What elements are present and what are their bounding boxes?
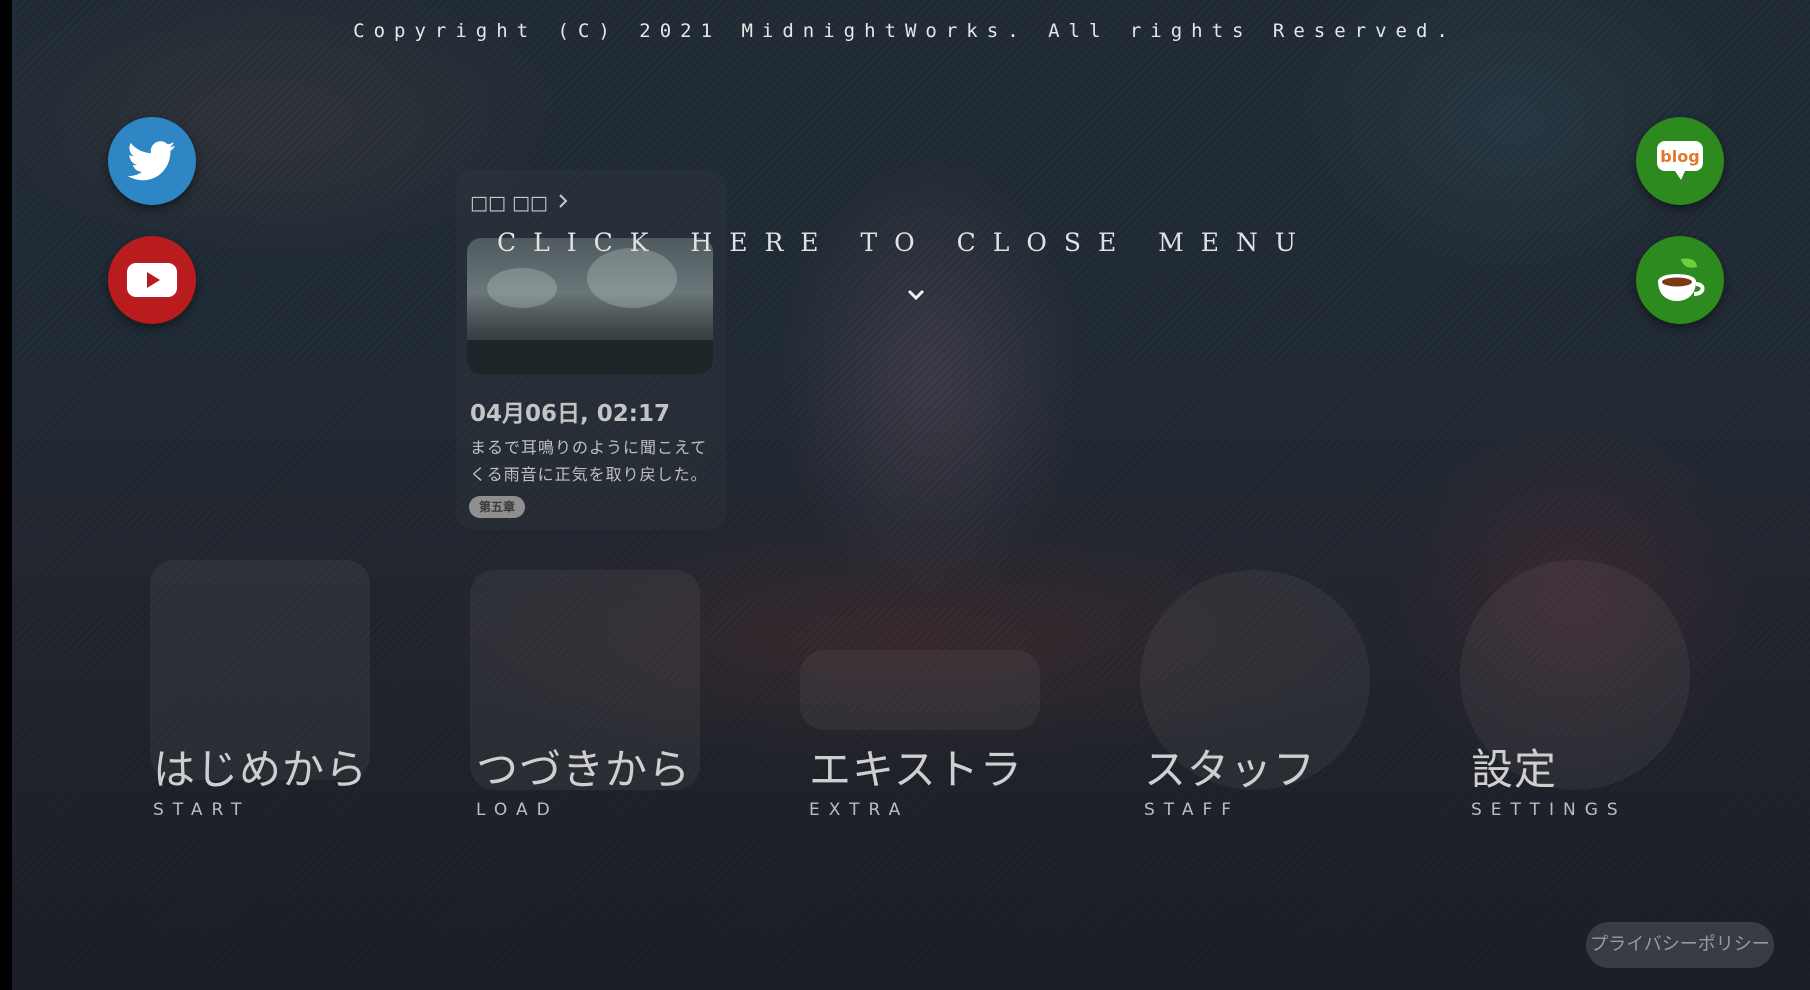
menu-load-label-jp: つづきから <box>476 745 692 794</box>
menu-settings-label-en: SETTINGS <box>1471 800 1627 820</box>
menu-staff-button[interactable]: スタッフ STAFF <box>1144 742 1316 820</box>
menu-settings-button[interactable]: 設定 SETTINGS <box>1471 742 1627 820</box>
chevron-down-icon[interactable] <box>905 284 927 306</box>
news-date: 04月06日, 02:17 <box>470 401 670 427</box>
teacup-icon <box>1658 258 1705 301</box>
chevron-right-icon <box>558 192 568 214</box>
blog-button[interactable]: blog <box>1636 117 1724 205</box>
title-screen: Copyright (C) 2021 MidnightWorks. All ri… <box>0 0 1810 990</box>
menu-start-label-en: START <box>153 800 251 820</box>
privacy-policy-button[interactable]: プライバシーポリシー <box>1586 922 1774 968</box>
menu-staff-label-en: STAFF <box>1144 800 1241 820</box>
youtube-play-icon <box>127 263 177 297</box>
menu-extra-label-jp: エキストラ <box>809 745 1023 794</box>
menu-start-button[interactable]: はじめから START <box>153 742 368 820</box>
menu-start-label-jp: はじめから <box>153 745 369 794</box>
chapter-badge: 第五章 <box>469 496 525 518</box>
menu-load-button[interactable]: つづきから LOAD <box>476 742 691 820</box>
news-header-link[interactable]: □□ □□ <box>470 192 568 214</box>
blog-label: blog <box>1660 147 1699 166</box>
menu-extra-label-en: EXTRA <box>809 800 910 820</box>
blog-speech-icon: blog <box>1657 141 1703 180</box>
close-menu-button[interactable]: CLICK HERE TO CLOSE MENU <box>0 228 1810 257</box>
menu-dim-overlay <box>12 0 1810 990</box>
menu-extra-button[interactable]: エキストラ EXTRA <box>809 742 1023 820</box>
twitter-bird-icon <box>128 141 176 181</box>
bg-extra-icon-silhouette <box>800 650 1040 730</box>
twitter-button[interactable] <box>108 117 196 205</box>
menu-settings-label-jp: 設定 <box>1471 745 1558 794</box>
window-edge <box>0 0 12 990</box>
menu-load-label-en: LOAD <box>476 800 559 820</box>
news-thumbnail[interactable] <box>467 238 713 374</box>
news-text: まるで耳鳴りのように聞こえてくる雨音に正気を取り戻した。 <box>470 438 708 484</box>
menu-staff-label-jp: スタッフ <box>1144 745 1317 794</box>
copyright-text: Copyright (C) 2021 MidnightWorks. All ri… <box>353 20 1457 42</box>
news-header-label: □□ □□ <box>470 192 548 214</box>
news-thumbnail-caption-bar <box>467 340 713 374</box>
